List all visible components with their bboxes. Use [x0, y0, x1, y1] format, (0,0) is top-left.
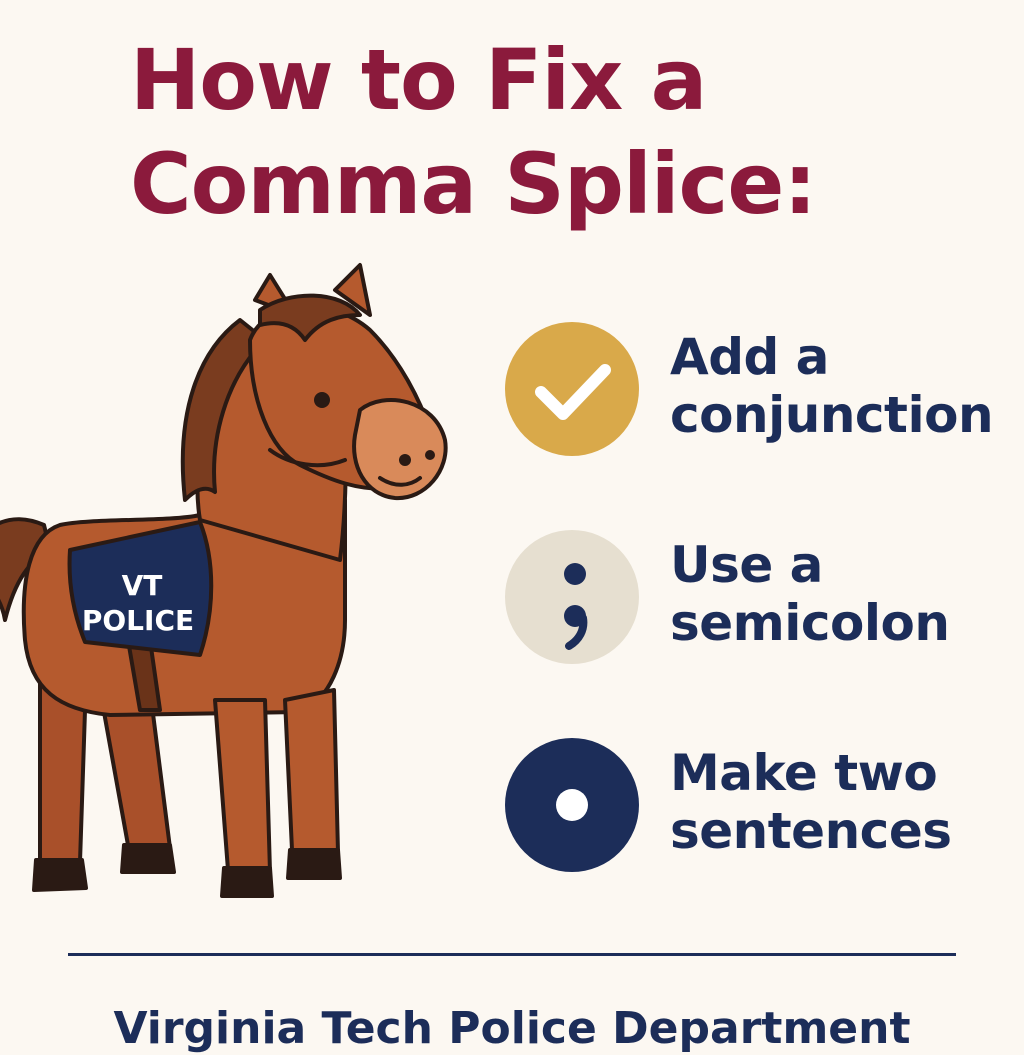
title-line-1: How to Fix a [130, 31, 707, 129]
tip-line-2: conjunction [670, 386, 994, 444]
tip-line-1: Use a [670, 536, 823, 594]
blanket-text-line-1: VT [122, 569, 163, 602]
semicolon-icon [505, 530, 639, 664]
tip-line-2: semicolon [670, 594, 950, 652]
tips-list: Add a conjunction Use a semicolon Make t [505, 322, 1024, 874]
page-title: How to Fix a Comma Splice: [0, 28, 1024, 236]
divider [68, 953, 956, 956]
tip-text: Add a conjunction [670, 328, 994, 444]
tip-semicolon: Use a semicolon [505, 530, 1024, 666]
title-line-2: Comma Splice: [130, 135, 817, 233]
tip-text: Use a semicolon [670, 536, 950, 652]
tip-two-sentences: Make two sentences [505, 738, 1024, 874]
footer-text: Virginia Tech Police Department [113, 1003, 911, 1054]
tip-conjunction: Add a conjunction [505, 322, 1024, 458]
tip-line-1: Make two [670, 744, 938, 802]
tip-line-1: Add a [670, 328, 829, 386]
tip-text: Make two sentences [670, 744, 952, 860]
tip-line-2: sentences [670, 802, 952, 860]
police-horse-illustration: VT POLICE [0, 260, 470, 910]
period-icon [505, 738, 639, 872]
checkmark-icon [505, 322, 639, 456]
horse-icon: VT POLICE [0, 263, 448, 898]
blanket-text-line-2: POLICE [82, 604, 194, 637]
